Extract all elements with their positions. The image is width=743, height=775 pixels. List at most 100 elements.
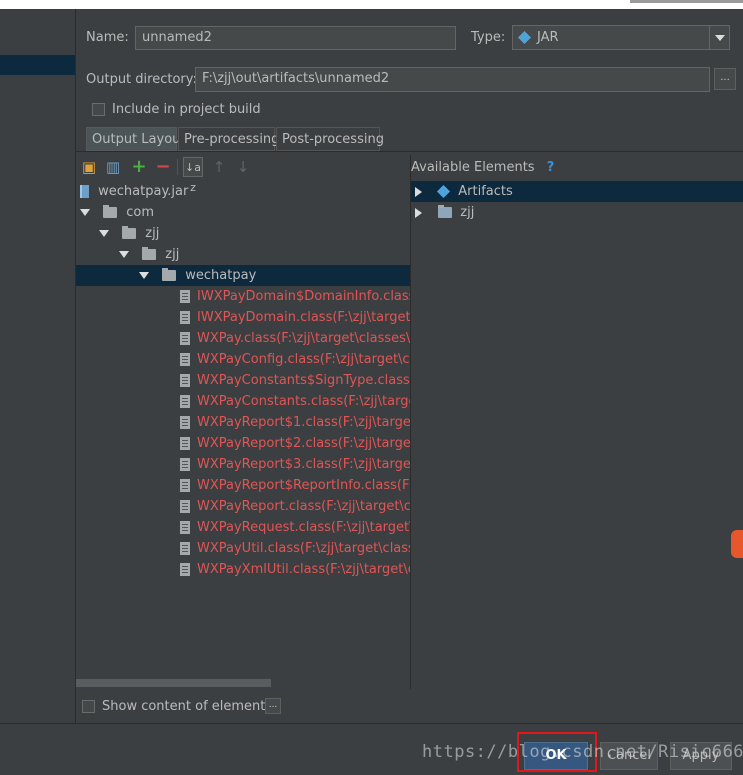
selected-artifact-row[interactable] [0,55,75,75]
available-row-artifacts[interactable]: Artifacts [411,181,743,202]
tree-file-row[interactable]: WXPayConfig.class(F:\zjj\target\class [180,349,410,370]
file-label: WXPay.class(F:\zjj\target\classes\con [197,331,410,346]
tree-file-row[interactable]: WXPayUtil.class(F:\zjj\target\classes\ [180,538,410,559]
class-file-icon [180,437,190,450]
artifacts-list-pane[interactable] [0,9,76,723]
file-label: WXPayReport$ReportInfo.class(F:\zjj\ [197,478,410,493]
tree-folder-row[interactable]: com [80,202,410,223]
class-file-icon [180,542,190,555]
split-divider[interactable] [410,155,411,689]
tab-output-layout[interactable]: Output Layout [86,127,185,151]
expand-arrow-icon[interactable] [99,230,109,237]
folder-label: zjj [145,226,160,241]
folder-label: zjj [165,247,180,262]
tree-file-row[interactable]: WXPayConstants.class(F:\zjj\target\cl [180,391,410,412]
available-elements-header: Available Elements ? [411,160,554,175]
folder-icon [103,205,118,218]
expand-arrow-icon[interactable] [415,207,422,218]
output-directory-label: Output directory: [86,72,197,87]
folder-icon [122,226,137,239]
show-content-options-button[interactable]: ... [265,698,281,714]
add-icon[interactable]: + [129,157,149,177]
new-directory-icon[interactable]: ▣ [79,157,99,177]
file-label: IWXPayDomain.class(F:\zjj\target\cla [197,310,410,325]
tree-folder-row[interactable]: zjj [119,244,410,265]
move-down-icon[interactable]: ↓ [233,157,253,177]
available-row-module[interactable]: zjj [411,202,743,223]
side-badge-icon [731,530,743,558]
browse-button[interactable]: ... [714,68,736,90]
class-file-icon [180,395,190,408]
tab-post-processing[interactable]: Post-processing [276,127,384,151]
available-elements-title: Available Elements [411,160,535,175]
tree-file-row[interactable]: IWXPayDomain.class(F:\zjj\target\cla [180,307,410,328]
include-build-label: Include in project build [112,102,261,117]
watermark-text: https://blog.csdn.net/Risic666 [422,742,743,762]
file-label: WXPayReport.class(F:\zjj\target\class [197,499,410,514]
tree-file-row[interactable]: WXPayXmlUtil.class(F:\zjj\target\class [180,559,410,580]
sort-icon[interactable]: ↓a z [183,157,203,194]
file-label: WXPayXmlUtil.class(F:\zjj\target\class [197,562,410,577]
include-build-checkbox[interactable] [92,103,105,116]
artifacts-icon [437,184,451,198]
module-folder-icon [438,205,453,218]
available-item-label: zjj [460,205,475,220]
available-item-label: Artifacts [458,184,513,199]
tree-file-row[interactable]: WXPayReport$ReportInfo.class(F:\zjj\ [180,475,410,496]
help-icon[interactable]: ? [547,160,555,175]
file-label: IWXPayDomain$DomainInfo.class(F:\ [197,289,410,304]
tree-folder-row[interactable]: zjj [99,223,410,244]
class-file-icon [180,374,190,387]
remove-icon[interactable]: − [153,157,173,177]
file-label: WXPayReport$1.class(F:\zjj\target\cla [197,415,410,430]
name-label: Name: [86,30,129,45]
expand-arrow-icon[interactable] [80,209,90,216]
show-content-label: Show content of elements [102,699,273,714]
file-label: WXPayReport$2.class(F:\zjj\target\cla [197,436,410,451]
archive-icon[interactable]: ▥ [103,157,123,177]
jar-file-icon [80,185,89,198]
class-file-icon [180,458,190,471]
tree-root-label: wechatpay.jar [98,184,189,199]
class-file-icon [180,563,190,576]
file-label: WXPayConstants.class(F:\zjj\target\cl [197,394,410,409]
class-file-icon [180,479,190,492]
horizontal-scrollbar[interactable] [76,679,271,687]
output-directory-field[interactable]: F:\zjj\out\artifacts\unnamed2 [195,67,710,92]
folder-label: wechatpay [185,268,257,283]
class-file-icon [180,521,190,534]
tree-file-row[interactable]: IWXPayDomain$DomainInfo.class(F:\ [180,286,410,307]
tree-file-row[interactable]: WXPayReport$3.class(F:\zjj\target\cla [180,454,410,475]
expand-arrow-icon[interactable] [119,251,129,258]
class-file-icon [180,500,190,513]
tree-file-row[interactable]: WXPay.class(F:\zjj\target\classes\con [180,328,410,349]
file-label: WXPayReport$3.class(F:\zjj\target\cla [197,457,410,472]
folder-label: com [126,205,155,220]
file-label: WXPayRequest.class(F:\zjj\target\clas [197,520,410,535]
class-file-icon [180,416,190,429]
top-separator [630,0,743,3]
class-file-icon [180,332,190,345]
type-value: JAR [537,30,559,45]
tree-file-row[interactable]: WXPayConstants$SignType.class(F:\z [180,370,410,391]
type-select[interactable]: JAR [512,25,730,50]
tree-file-row[interactable]: WXPayRequest.class(F:\zjj\target\clas [180,517,410,538]
tree-folder-row-selected[interactable]: wechatpay [76,265,410,286]
tree-file-row[interactable]: WXPayReport$2.class(F:\zjj\target\cla [180,433,410,454]
name-field[interactable]: unnamed2 [135,26,456,50]
expand-arrow-icon[interactable] [415,186,422,197]
tree-file-row[interactable]: WXPayReport.class(F:\zjj\target\class [180,496,410,517]
chevron-down-icon[interactable] [709,26,729,49]
tab-pre-processing[interactable]: Pre-processing [178,127,279,151]
file-label: WXPayConstants$SignType.class(F:\z [197,373,410,388]
expand-arrow-icon[interactable] [139,272,149,279]
tree-file-row[interactable]: WXPayReport$1.class(F:\zjj\target\cla [180,412,410,433]
jar-type-icon [517,30,532,45]
file-label: WXPayUtil.class(F:\zjj\target\classes\ [197,541,410,556]
tree-root-row[interactable]: wechatpay.jar [80,181,410,202]
move-up-icon[interactable]: ↑ [209,157,229,177]
layout-toolbar: ▣ ▥ + − ↓a z ↑ ↓ [76,155,411,195]
type-label: Type: [471,30,506,45]
show-content-checkbox[interactable] [82,700,95,713]
class-file-icon [180,290,190,303]
